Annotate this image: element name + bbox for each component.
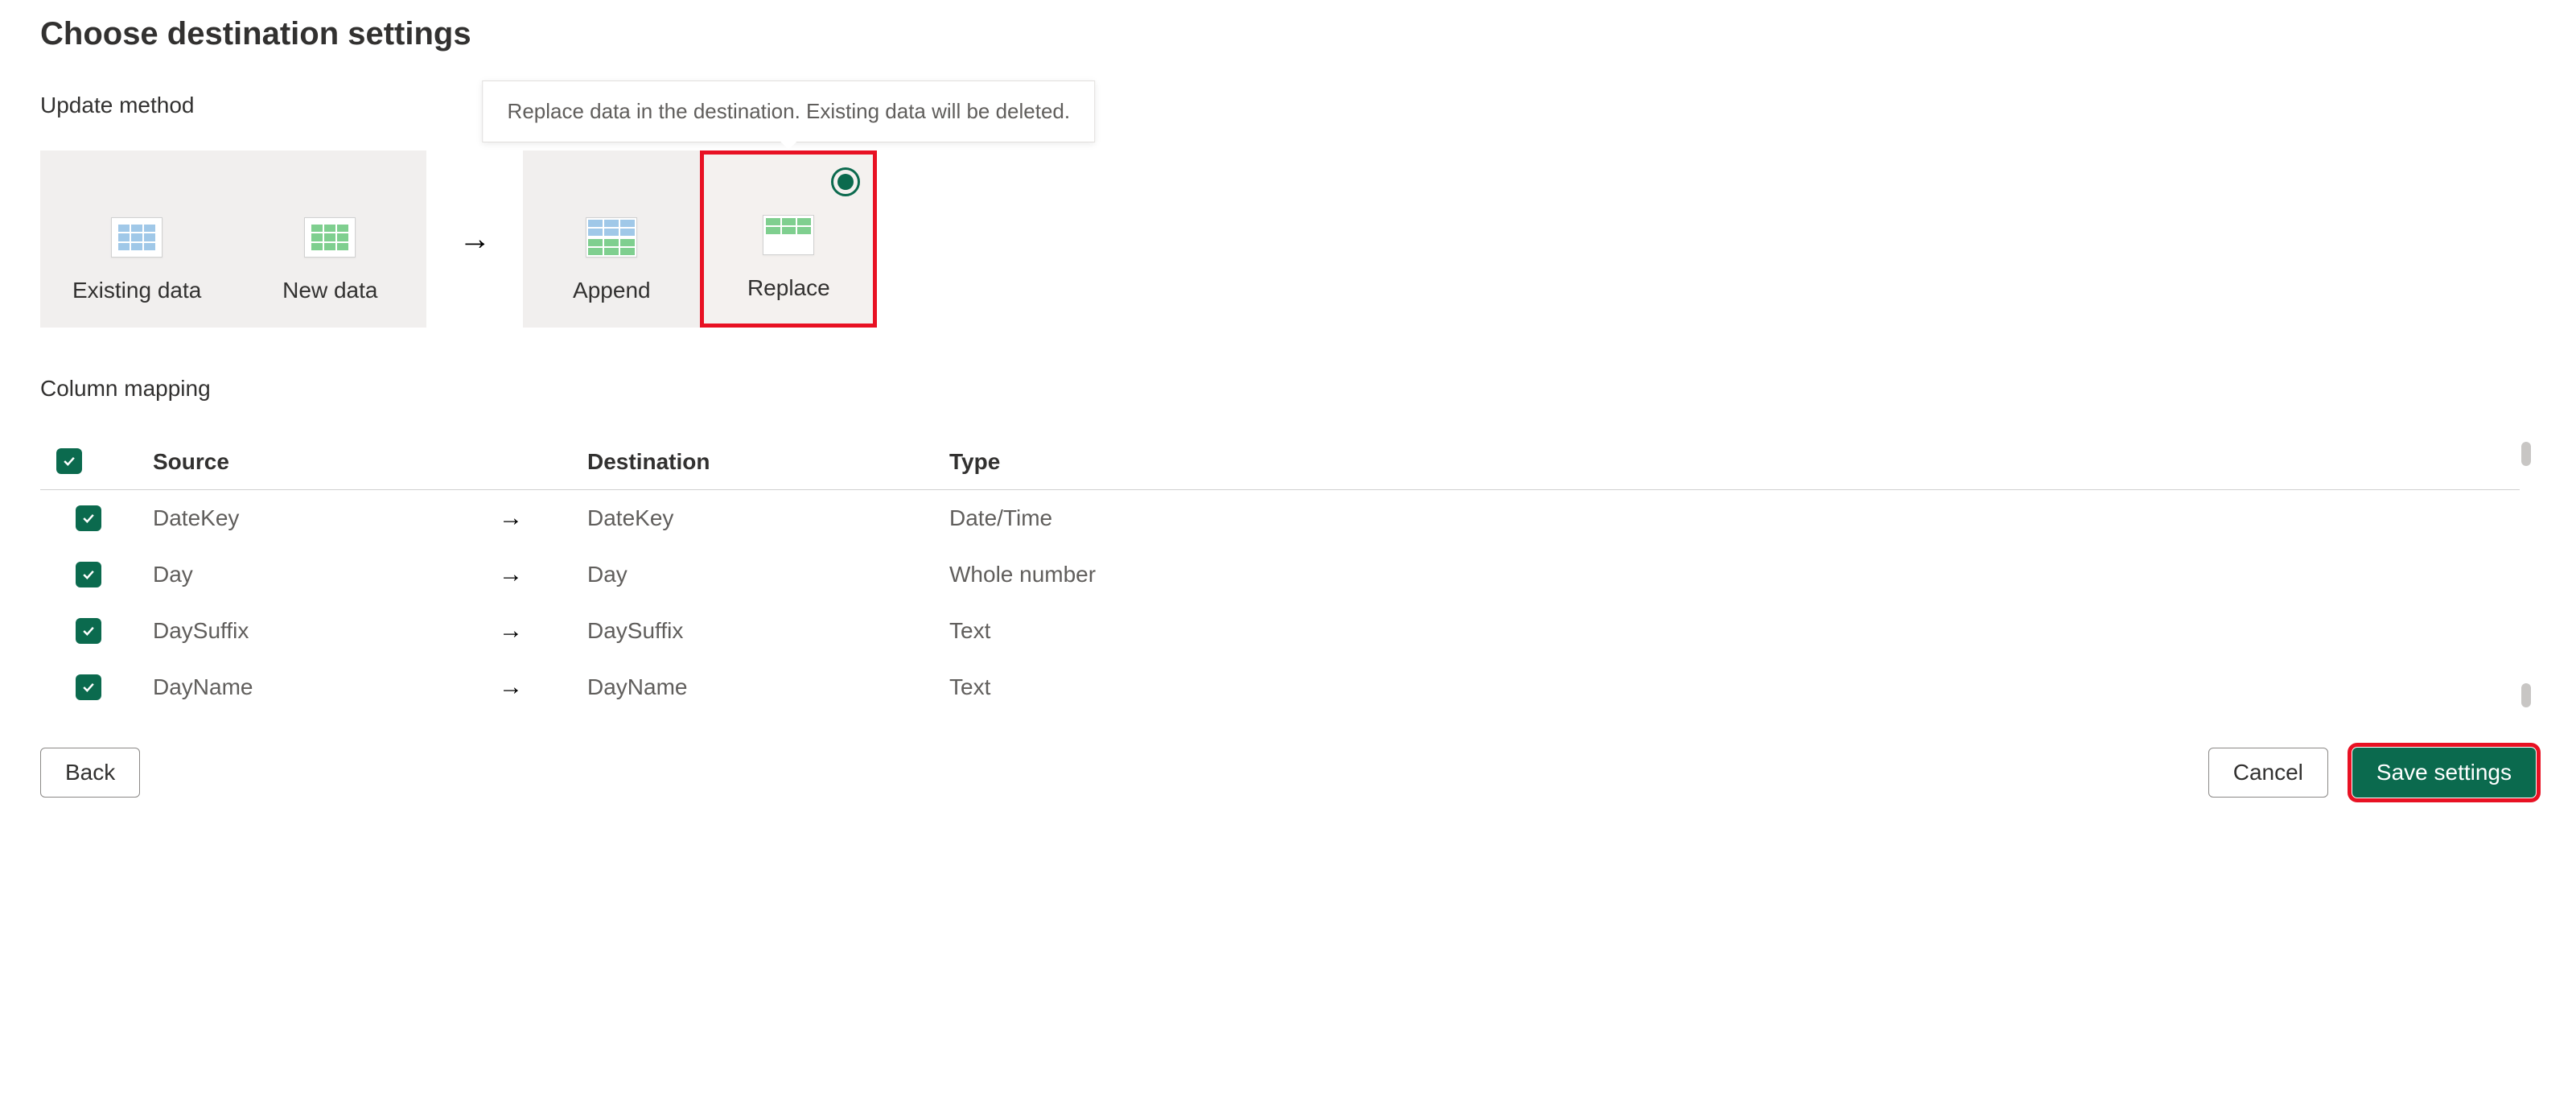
arrow-right-icon: → — [499, 561, 523, 587]
type-cell: Text — [933, 603, 2520, 659]
destination-cell: DateKey — [571, 490, 933, 547]
replace-icon — [763, 215, 814, 255]
new-data-card: New data — [257, 175, 402, 303]
data-panel: Existing data New data — [40, 150, 426, 328]
source-header: Source — [137, 434, 499, 490]
arrow-right-icon: → — [459, 221, 491, 258]
method-options: Append Replace data in the destination. … — [523, 150, 877, 328]
new-data-icon — [304, 217, 356, 258]
row-checkbox[interactable] — [76, 562, 101, 587]
source-cell: Day — [137, 546, 499, 603]
arrow-right-icon: → — [499, 505, 523, 531]
destination-cell: DayName — [571, 659, 933, 715]
destination-cell: DaySuffix — [571, 603, 933, 659]
table-row: DaySuffix → DaySuffix Text — [40, 603, 2520, 659]
append-icon — [586, 217, 637, 258]
save-settings-button[interactable]: Save settings — [2352, 748, 2536, 798]
select-all-checkbox[interactable] — [56, 448, 82, 474]
column-mapping-table: Source Destination Type DateKey → DateKe… — [40, 434, 2520, 715]
type-cell: Text — [933, 659, 2520, 715]
row-checkbox[interactable] — [76, 505, 101, 531]
table-row: DateKey → DateKey Date/Time — [40, 490, 2520, 547]
source-cell: DateKey — [137, 490, 499, 547]
existing-data-card: Existing data — [64, 175, 209, 303]
back-button[interactable]: Back — [40, 748, 140, 798]
append-label: Append — [573, 278, 651, 303]
scrollbar-thumb-bottom[interactable] — [2521, 683, 2531, 707]
destination-cell: Day — [571, 546, 933, 603]
arrow-right-icon: → — [499, 617, 523, 644]
cancel-button[interactable]: Cancel — [2208, 748, 2328, 798]
update-method-row: Existing data New data → — [40, 150, 2536, 328]
destination-header: Destination — [571, 434, 933, 490]
table-row: DayName → DayName Text — [40, 659, 2520, 715]
existing-data-label: Existing data — [72, 278, 201, 303]
type-cell: Date/Time — [933, 490, 2520, 547]
new-data-label: New data — [282, 278, 377, 303]
mapping-table-wrapper: Source Destination Type DateKey → DateKe… — [40, 434, 2536, 715]
type-cell: Whole number — [933, 546, 2520, 603]
radio-selected-icon — [831, 167, 860, 196]
row-checkbox[interactable] — [76, 618, 101, 644]
replace-tooltip: Replace data in the destination. Existin… — [483, 80, 1096, 142]
source-cell: DaySuffix — [137, 603, 499, 659]
column-mapping-heading: Column mapping — [40, 376, 2536, 402]
page-title: Choose destination settings — [40, 16, 2536, 52]
append-option[interactable]: Append — [523, 150, 700, 328]
replace-label: Replace — [747, 275, 830, 301]
row-checkbox[interactable] — [76, 674, 101, 700]
type-header: Type — [933, 434, 2520, 490]
table-row: Day → Day Whole number — [40, 546, 2520, 603]
scrollbar-thumb-top[interactable] — [2521, 442, 2531, 466]
arrow-right-icon: → — [499, 674, 523, 700]
update-method-heading: Update method — [40, 93, 2536, 118]
existing-data-icon — [111, 217, 163, 258]
source-cell: DayName — [137, 659, 499, 715]
footer-buttons: Back Cancel Save settings — [40, 748, 2536, 798]
replace-option[interactable]: Replace data in the destination. Existin… — [700, 150, 877, 328]
